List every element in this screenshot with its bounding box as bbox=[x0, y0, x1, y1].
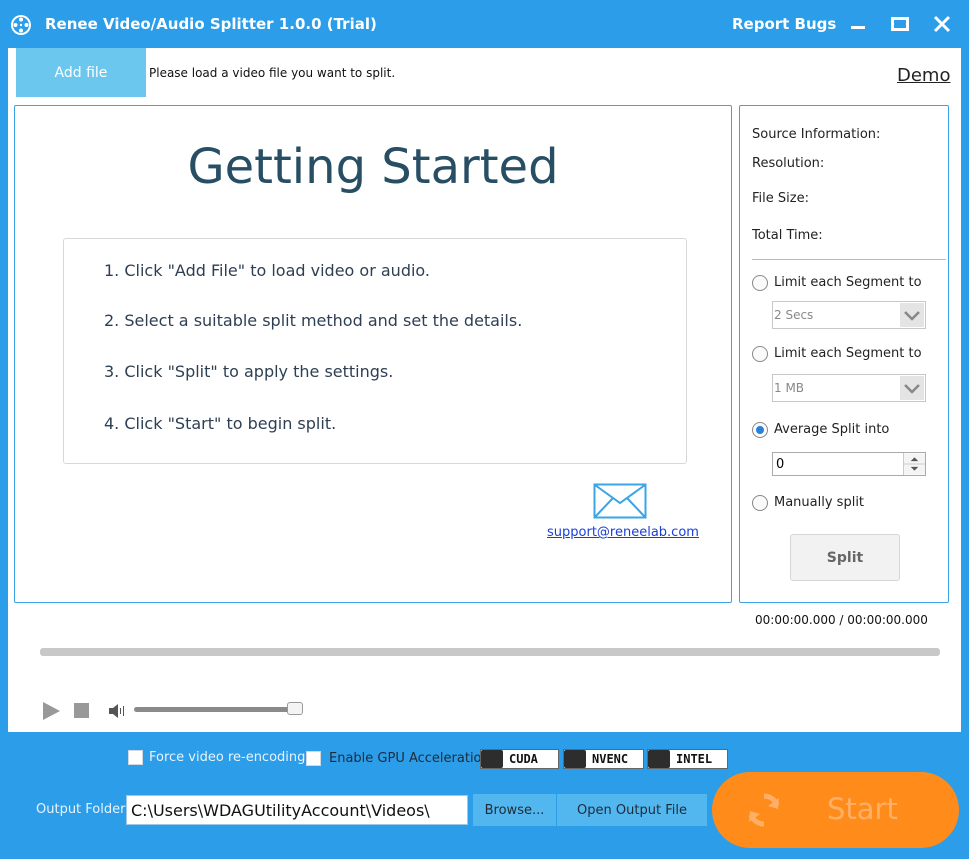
divider bbox=[752, 259, 946, 260]
volume-track[interactable] bbox=[134, 707, 294, 712]
mail-icon[interactable] bbox=[593, 483, 647, 519]
nvidia-icon bbox=[481, 750, 503, 768]
limit-time-label: Limit each Segment to bbox=[774, 275, 922, 290]
start-label: Start bbox=[827, 792, 898, 826]
intel-icon bbox=[648, 750, 670, 768]
browse-button[interactable]: Browse... bbox=[473, 794, 556, 826]
nvidia-icon bbox=[564, 750, 586, 768]
volume-icon[interactable] bbox=[109, 703, 127, 719]
time-readout: 00:00:00.000 / 00:00:00.000 bbox=[755, 613, 928, 627]
manual-split-label: Manually split bbox=[774, 495, 865, 510]
getting-started-panel: Getting Started 1. Click "Add File" to l… bbox=[14, 105, 732, 603]
demo-link[interactable]: Demo bbox=[897, 65, 950, 86]
limit-size-value: 1 MB bbox=[774, 381, 805, 395]
chevron-down-icon bbox=[900, 303, 924, 327]
average-split-spinner[interactable] bbox=[772, 452, 926, 476]
source-info-panel: Source Information: Resolution: File Siz… bbox=[739, 105, 949, 603]
window-title: Renee Video/Audio Splitter 1.0.0 (Trial) bbox=[45, 15, 377, 33]
open-output-button[interactable]: Open Output File bbox=[557, 794, 707, 826]
report-bugs-link[interactable]: Report Bugs bbox=[732, 15, 836, 33]
maximize-icon[interactable] bbox=[886, 10, 914, 38]
intel-label: INTEL bbox=[676, 752, 713, 766]
close-icon[interactable] bbox=[928, 10, 956, 38]
start-button[interactable]: Start bbox=[712, 772, 959, 848]
steps-box: 1. Click "Add File" to load video or aud… bbox=[63, 238, 687, 464]
main-panel: Add file Please load a video file you wa… bbox=[8, 48, 961, 732]
limit-time-radio[interactable] bbox=[752, 275, 768, 291]
refresh-icon bbox=[748, 793, 780, 827]
nvenc-label: NVENC bbox=[592, 752, 629, 766]
average-split-label: Average Split into bbox=[774, 422, 890, 437]
force-reencode-label: Force video re-encoding bbox=[149, 750, 306, 765]
spinner-arrows-icon[interactable] bbox=[903, 453, 925, 475]
stop-icon[interactable] bbox=[74, 703, 89, 718]
average-split-input[interactable] bbox=[776, 456, 896, 472]
total-time-label: Total Time: bbox=[752, 228, 823, 243]
minimize-icon[interactable] bbox=[844, 10, 872, 38]
intel-badge: INTEL bbox=[647, 749, 728, 769]
load-hint: Please load a video file you want to spl… bbox=[149, 66, 396, 80]
step-4: 4. Click "Start" to begin split. bbox=[104, 414, 337, 433]
source-info-header: Source Information: bbox=[752, 127, 881, 142]
title-bar: Renee Video/Audio Splitter 1.0.0 (Trial)… bbox=[0, 0, 969, 48]
output-folder-input[interactable] bbox=[126, 795, 468, 825]
limit-time-value: 2 Secs bbox=[774, 308, 814, 322]
nvenc-badge: NVENC bbox=[563, 749, 644, 769]
manual-split-radio[interactable] bbox=[752, 495, 768, 511]
output-folder-label: Output Folder: bbox=[36, 802, 130, 817]
progress-bar[interactable] bbox=[40, 648, 940, 656]
film-reel-icon bbox=[11, 15, 31, 35]
cuda-label: CUDA bbox=[509, 752, 538, 766]
step-2: 2. Select a suitable split method and se… bbox=[104, 311, 523, 330]
limit-time-select[interactable]: 2 Secs bbox=[772, 301, 926, 329]
chevron-down-icon bbox=[900, 376, 924, 400]
force-reencode-checkbox[interactable] bbox=[128, 750, 143, 765]
gpu-accel-label: Enable GPU Acceleration bbox=[329, 751, 490, 766]
average-split-radio[interactable] bbox=[752, 422, 768, 438]
limit-size-label: Limit each Segment to bbox=[774, 346, 922, 361]
limit-size-radio[interactable] bbox=[752, 346, 768, 362]
support-email-link[interactable]: support@reneelab.com bbox=[547, 525, 699, 540]
resolution-label: Resolution: bbox=[752, 156, 825, 171]
volume-slider-thumb[interactable] bbox=[287, 702, 303, 715]
split-button[interactable]: Split bbox=[790, 534, 900, 581]
file-size-label: File Size: bbox=[752, 191, 809, 206]
step-1: 1. Click "Add File" to load video or aud… bbox=[104, 261, 431, 280]
cuda-badge: CUDA bbox=[480, 749, 559, 769]
gpu-accel-checkbox[interactable] bbox=[306, 751, 321, 766]
step-3: 3. Click "Split" to apply the settings. bbox=[104, 362, 394, 381]
add-file-button[interactable]: Add file bbox=[16, 48, 146, 97]
play-icon[interactable] bbox=[42, 702, 60, 720]
getting-started-title: Getting Started bbox=[187, 139, 559, 195]
limit-size-select[interactable]: 1 MB bbox=[772, 374, 926, 402]
